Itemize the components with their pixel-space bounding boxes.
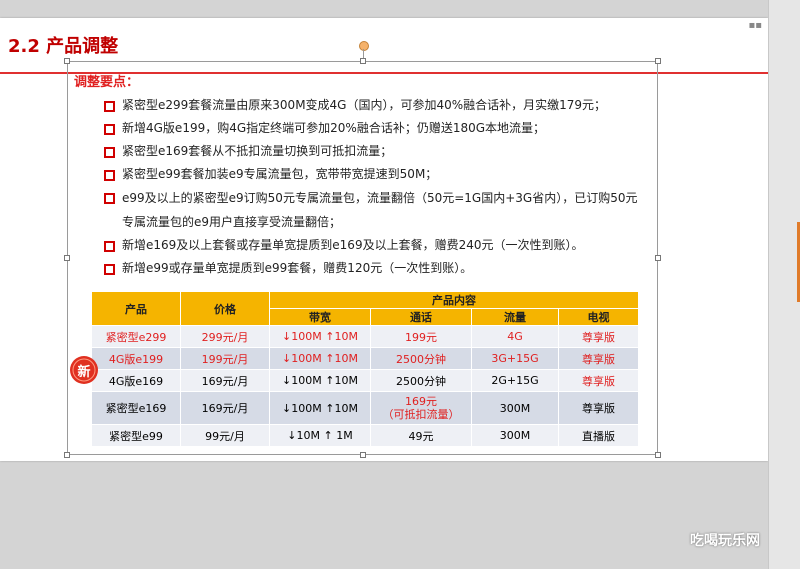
col-header-product: 产品 xyxy=(91,291,181,326)
bullet-item: 紧密型e169套餐从不抵扣流量切换到可抵扣流量； xyxy=(104,140,649,163)
bullet-item: 紧密型e99套餐加装e9专属流量包，宽带带宽提速到50M； xyxy=(104,163,649,186)
square-bullet-icon xyxy=(104,241,115,252)
table-row: 紧密型e299 299元/月 ↓100M ↑10M 199元 4G 尊享版 xyxy=(91,325,639,348)
resize-handle-tl[interactable] xyxy=(64,58,70,64)
right-scroll-panel[interactable] xyxy=(768,0,800,569)
table-row: 4G版e199 199元/月 ↓100M ↑10M 2500分钟 3G+15G … xyxy=(91,347,639,370)
bullet-list: 紧密型e299套餐流量由原来300M变成4G（国内），可参加40%融合话补，月实… xyxy=(104,94,649,280)
square-bullet-icon xyxy=(104,101,115,112)
bullet-item: 新增e169及以上套餐或存量单宽提质到e169及以上套餐，赠费240元（一次性到… xyxy=(104,234,649,257)
product-table: 产品 价格 产品内容 带宽 通话 流量 电视 紧密型e299 299元/月 ↓1… xyxy=(91,291,639,447)
square-bullet-icon xyxy=(104,124,115,135)
new-badge-label: 新 xyxy=(77,365,91,380)
resize-handle-b[interactable] xyxy=(360,452,366,458)
col-header-content: 产品内容 xyxy=(269,291,639,309)
slide-canvas[interactable]: 2.2 产品调整 ▪▪ 调整要点： 紧密型e299套餐流量由原来300M变成4G… xyxy=(0,18,768,461)
resize-handle-bl[interactable] xyxy=(64,452,70,458)
resize-handle-br[interactable] xyxy=(655,452,661,458)
page-title: 2.2 产品调整 xyxy=(8,36,119,57)
bullet-item: 紧密型e299套餐流量由原来300M变成4G（国内），可参加40%融合话补，月实… xyxy=(104,94,649,117)
col-header-tv: 电视 xyxy=(558,308,639,326)
resize-handle-r[interactable] xyxy=(655,255,661,261)
square-bullet-icon xyxy=(104,264,115,275)
rotate-handle[interactable] xyxy=(359,41,369,51)
square-bullet-icon xyxy=(104,170,115,181)
col-header-call: 通话 xyxy=(370,308,472,326)
square-bullet-icon xyxy=(104,147,115,158)
resize-handle-tr[interactable] xyxy=(655,58,661,64)
table-row: 紧密型e99 99元/月 ↓10M ↑ 1M 49元 300M 直播版 xyxy=(91,424,639,447)
col-header-data: 流量 xyxy=(471,308,559,326)
bullet-item: 新增4G版e199，购4G指定终端可参加20%融合话补；仍赠送180G本地流量； xyxy=(104,117,649,140)
col-header-bandwidth: 带宽 xyxy=(269,308,371,326)
square-bullet-icon xyxy=(104,193,115,204)
section-heading: 调整要点： xyxy=(74,75,140,90)
resize-handle-t[interactable] xyxy=(360,58,366,64)
table-row: 紧密型e169 169元/月 ↓100M ↑10M 169元 （可抵扣流量） 3… xyxy=(91,391,639,425)
menu-dots-icon[interactable]: ▪▪ xyxy=(748,20,762,31)
table-row: 4G版e169 169元/月 ↓100M ↑10M 2500分钟 2G+15G … xyxy=(91,369,639,392)
bullet-item: e99及以上的紧密型e9订购50元专属流量包，流量翻倍（50元=1G国内+3G省… xyxy=(104,186,649,234)
bullet-item: 新增e99或存量单宽提质到e99套餐，赠费120元（一次性到账）。 xyxy=(104,257,649,280)
resize-handle-l[interactable] xyxy=(64,255,70,261)
watermark-logo: 吃喝玩乐网 xyxy=(690,533,760,549)
col-header-price: 价格 xyxy=(180,291,270,326)
